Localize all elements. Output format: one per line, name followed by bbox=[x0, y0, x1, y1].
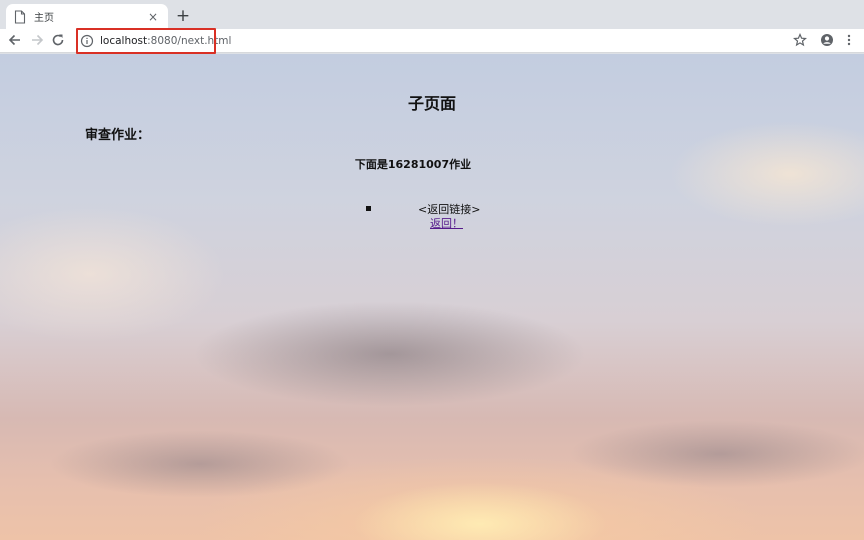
account-icon bbox=[820, 32, 834, 51]
browser-toolbar: localhost:8080/next.html bbox=[0, 29, 864, 53]
forward-button[interactable] bbox=[28, 32, 46, 50]
page-viewport: 子页面 审查作业： 下面是16281007作业 <返回链接> 返回！ bbox=[0, 54, 864, 540]
url-text: localhost:8080/next.html bbox=[100, 35, 231, 47]
profile-button[interactable] bbox=[818, 32, 836, 50]
url-path: :8080/next.html bbox=[147, 35, 232, 47]
reload-button[interactable] bbox=[49, 32, 67, 50]
page-title: 子页面 bbox=[407, 94, 456, 113]
info-icon[interactable] bbox=[80, 34, 94, 48]
section-heading: 审查作业： bbox=[85, 128, 151, 143]
back-link[interactable]: 返回！ bbox=[430, 215, 463, 231]
tab-strip: 主页 × + bbox=[0, 0, 864, 29]
menu-button[interactable] bbox=[840, 32, 858, 50]
list-bullet bbox=[366, 206, 371, 211]
url-host: localhost bbox=[100, 35, 148, 47]
star-icon bbox=[793, 32, 807, 51]
document-icon bbox=[14, 9, 26, 24]
tab-title: 主页 bbox=[34, 13, 54, 24]
address-bar[interactable]: localhost:8080/next.html bbox=[74, 31, 816, 51]
arrow-left-icon bbox=[8, 32, 22, 51]
tab-home[interactable]: 主页 × bbox=[6, 4, 168, 29]
new-tab-button[interactable]: + bbox=[175, 8, 191, 25]
reload-icon bbox=[51, 32, 65, 51]
bookmark-button[interactable] bbox=[791, 32, 809, 50]
back-button[interactable] bbox=[6, 32, 24, 50]
close-icon[interactable]: × bbox=[146, 10, 160, 24]
more-vert-icon bbox=[842, 32, 856, 51]
homework-subheading: 下面是16281007作业 bbox=[354, 158, 472, 171]
arrow-right-icon bbox=[30, 32, 44, 51]
